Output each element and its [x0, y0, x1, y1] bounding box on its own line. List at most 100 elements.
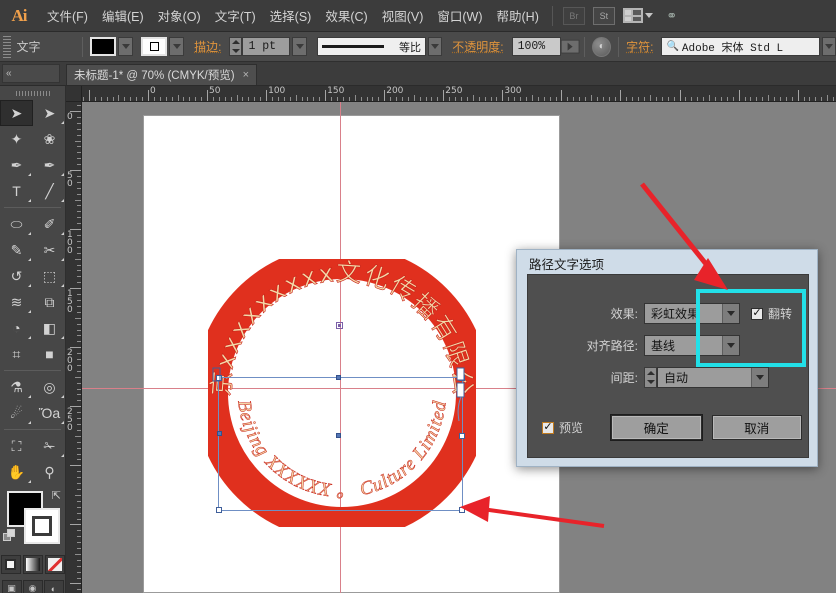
- eyedropper-tool[interactable]: ⚗: [0, 374, 33, 400]
- menu-select[interactable]: 选择(S): [263, 2, 319, 29]
- drawing-mode-normal-icon[interactable]: ▣: [2, 580, 22, 593]
- zoom-tool[interactable]: ⚲: [33, 459, 66, 485]
- menu-edit[interactable]: 编辑(E): [95, 2, 151, 29]
- add-anchor-point-tool[interactable]: ✒: [33, 152, 66, 178]
- free-transform-tool-icon: ⧉: [45, 294, 55, 311]
- workspace-switcher-icon[interactable]: ⚭: [661, 7, 683, 25]
- vertical-ruler[interactable]: 050100150200250: [66, 102, 82, 593]
- magic-wand-tool[interactable]: ✦: [0, 126, 33, 152]
- close-icon[interactable]: ×: [243, 69, 249, 81]
- align-to-path-select[interactable]: 基线: [644, 335, 740, 356]
- recolor-artwork-icon[interactable]: ◐: [592, 37, 611, 57]
- preview-checkbox-row[interactable]: ✓ 预览: [542, 419, 601, 436]
- drawing-mode-behind-icon[interactable]: ◉: [23, 580, 43, 593]
- perspective-grid-tool[interactable]: ◧: [33, 315, 66, 341]
- gradient-tool-icon: ■: [45, 346, 53, 362]
- fill-color-control[interactable]: [90, 37, 133, 56]
- flip-checkbox[interactable]: ✓: [751, 308, 763, 320]
- mesh-tool[interactable]: ⌗: [0, 341, 33, 367]
- collapse-panels-button[interactable]: «: [2, 64, 60, 83]
- line-segment-tool[interactable]: ╱: [33, 178, 66, 204]
- chevron-down-icon[interactable]: [722, 336, 739, 355]
- menu-object[interactable]: 对象(O): [151, 2, 208, 29]
- column-graph-tool[interactable]: Ὄa: [33, 400, 66, 426]
- document-tab[interactable]: 未标题-1* @ 70% (CMYK/预览) ×: [66, 64, 257, 85]
- stroke-weight-value[interactable]: 1 pt: [242, 37, 290, 56]
- spacing-select[interactable]: 自动: [657, 367, 769, 388]
- symbol-sprayer-tool[interactable]: ☄: [0, 400, 33, 426]
- type-tool[interactable]: T: [0, 178, 33, 204]
- font-family-dropdown-icon[interactable]: [822, 37, 836, 56]
- ruler-tick: [77, 176, 81, 177]
- menu-file[interactable]: 文件(F): [40, 2, 95, 29]
- preview-checkbox[interactable]: ✓: [542, 422, 554, 434]
- drawing-mode-inside-icon[interactable]: ◐: [44, 580, 64, 593]
- menu-window[interactable]: 窗口(W): [430, 2, 489, 29]
- width-tool[interactable]: ≋: [0, 289, 33, 315]
- ruler-label: 200: [67, 349, 75, 373]
- ruler-tick: [77, 330, 81, 331]
- hand-tool[interactable]: ✋: [0, 459, 33, 485]
- color-mode-button[interactable]: [1, 555, 21, 574]
- chevron-down-icon[interactable]: [722, 304, 739, 323]
- opacity-value[interactable]: 100%: [512, 37, 562, 56]
- none-mode-button[interactable]: [45, 555, 65, 574]
- blend-tool[interactable]: ◎: [33, 374, 66, 400]
- paintbrush-tool[interactable]: ✐: [33, 211, 66, 237]
- gradient-mode-button[interactable]: [23, 555, 43, 574]
- stroke-weight-dropdown-icon[interactable]: [292, 37, 307, 56]
- stock-st-icon[interactable]: St: [593, 7, 615, 25]
- ruler-tick: [113, 97, 114, 101]
- pencil-tool[interactable]: ✎: [0, 237, 33, 263]
- swap-fill-stroke-icon[interactable]: ⇱: [52, 489, 61, 502]
- fill-dropdown-icon[interactable]: [118, 37, 133, 56]
- ok-button[interactable]: 确定: [611, 415, 702, 440]
- ruler-corner[interactable]: [66, 86, 82, 102]
- default-fill-stroke-icon[interactable]: [3, 529, 16, 542]
- slice-tool[interactable]: ✁: [33, 433, 66, 459]
- scale-tool[interactable]: ⬚: [33, 263, 66, 289]
- menu-view[interactable]: 视图(V): [375, 2, 431, 29]
- flip-checkbox-row[interactable]: ✓ 翻转: [751, 305, 792, 322]
- stroke-profile-control[interactable]: 等比: [317, 37, 426, 56]
- selection-tool[interactable]: ➤: [0, 100, 33, 126]
- stroke-weight-stepper[interactable]: [229, 37, 242, 56]
- free-transform-tool[interactable]: ⧉: [33, 289, 66, 315]
- selection-tool-icon: ➤: [11, 105, 23, 122]
- menu-effect[interactable]: 效果(C): [318, 2, 374, 29]
- spacing-stepper[interactable]: [644, 367, 657, 388]
- stroke-weight-label[interactable]: 描边:: [194, 38, 221, 55]
- toolbox-grip[interactable]: [0, 86, 65, 100]
- gradient-tool[interactable]: ■: [33, 341, 66, 367]
- effect-select[interactable]: 彩虹效果: [644, 303, 740, 324]
- bridge-br-icon[interactable]: Br: [563, 7, 585, 25]
- character-label[interactable]: 字符:: [626, 38, 653, 55]
- menu-help[interactable]: 帮助(H): [490, 2, 546, 29]
- pen-tool[interactable]: ✒: [0, 152, 33, 178]
- fill-swatch[interactable]: [90, 37, 116, 56]
- chevron-down-icon[interactable]: [751, 368, 768, 387]
- shape-builder-tool[interactable]: ◔: [0, 315, 33, 341]
- font-family-field[interactable]: 🔍 Adobe 宋体 Std L: [661, 37, 819, 56]
- artboard-tool[interactable]: ⛶: [0, 433, 33, 459]
- ellipse-tool[interactable]: ⬭: [0, 211, 33, 237]
- direct-selection-tool[interactable]: ➤: [33, 100, 66, 126]
- path-type-options-dialog[interactable]: 路径文字选项 效果: 彩虹效果 ✓ 翻转 对齐路径: 基线: [516, 249, 818, 467]
- menu-type[interactable]: 文字(T): [208, 2, 263, 29]
- scissors-tool[interactable]: ✂: [33, 237, 66, 263]
- rotate-tool[interactable]: ↺: [0, 263, 33, 289]
- cancel-button[interactable]: 取消: [712, 415, 803, 440]
- arrange-documents-icon[interactable]: [623, 8, 653, 23]
- stroke-color-swatch[interactable]: [24, 508, 60, 544]
- stroke-swatch[interactable]: [141, 37, 167, 56]
- lasso-tool[interactable]: ❀: [33, 126, 66, 152]
- horizontal-ruler[interactable]: 050100150200250300: [82, 86, 836, 102]
- stroke-dropdown-icon[interactable]: [169, 37, 184, 56]
- circular-seal-artwork[interactable]: 北京xxxxxxxxx文化传播有限公司 Beijing XXXXXX 。 Cul…: [208, 259, 476, 527]
- opacity-label[interactable]: 不透明度:: [452, 38, 503, 55]
- panel-grip[interactable]: [3, 36, 11, 58]
- stroke-color-control[interactable]: [141, 37, 184, 56]
- stroke-profile-dropdown-icon[interactable]: [428, 37, 442, 56]
- stroke-weight-control[interactable]: 1 pt: [229, 37, 307, 56]
- opacity-dropdown-icon[interactable]: [561, 39, 580, 53]
